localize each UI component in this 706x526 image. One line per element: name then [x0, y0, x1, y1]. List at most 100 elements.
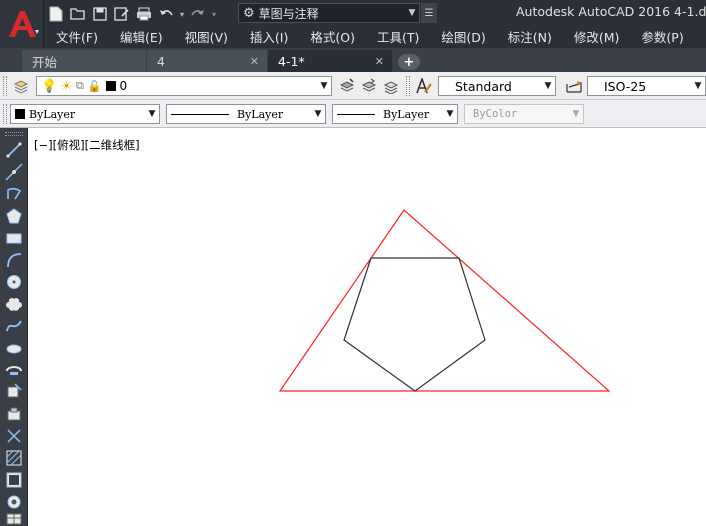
freeze-viewport-icon[interactable]: ⧉: [76, 79, 84, 93]
chevron-down-icon: ▼: [572, 109, 580, 119]
new-icon[interactable]: [46, 4, 66, 24]
linetype-select[interactable]: ByLayer ▼: [166, 104, 326, 124]
revision-cloud-icon[interactable]: [4, 294, 24, 314]
chevron-down-icon: ▼: [314, 109, 322, 119]
text-style-select[interactable]: Standard ▼: [438, 76, 556, 96]
chevron-down-icon: ▼: [320, 81, 328, 91]
lineweight-value: ByLayer: [383, 107, 430, 121]
dimension-style-icon[interactable]: [563, 76, 585, 96]
undo-icon[interactable]: [156, 4, 176, 24]
menu-item[interactable]: 修改(M): [574, 27, 620, 46]
rectangle-tool-icon[interactable]: [4, 228, 24, 248]
drawing-canvas[interactable]: [29, 128, 706, 526]
construction-line-icon[interactable]: [4, 162, 24, 182]
title-bar: ▾ ▾ ⚙ 草图与注释 ▼ ☰ Autodesk AutoCAD 2016 4-…: [0, 0, 706, 48]
linetype-value: ByLayer: [237, 107, 284, 121]
red-triangle[interactable]: [278, 209, 611, 392]
menu-item[interactable]: 工具(T): [377, 27, 419, 46]
toolbar-grip[interactable]: [5, 132, 23, 136]
plot-style-value: ByColor: [473, 108, 518, 120]
menu-item[interactable]: 插入(I): [250, 27, 288, 46]
menu-bar: 文件(F) 编辑(E) 视图(V) 插入(I) 格式(O) 工具(T) 绘图(D) 标注(N)…: [44, 25, 706, 47]
workspace-select[interactable]: ⚙ 草图与注释 ▼: [238, 3, 420, 23]
plot-icon[interactable]: [134, 4, 154, 24]
color-select[interactable]: ByLayer ▼: [10, 104, 160, 124]
customize-qat-button[interactable]: ☰: [421, 3, 437, 23]
layer-name: 0: [119, 79, 128, 93]
open-icon[interactable]: [68, 4, 88, 24]
application-menu-button[interactable]: [0, 0, 44, 48]
color-swatch: [15, 109, 25, 119]
redo-dropdown-icon[interactable]: ▾: [210, 4, 218, 24]
chevron-down-icon: ▼: [694, 81, 702, 91]
lock-icon[interactable]: 🔓: [88, 80, 102, 93]
layer-previous-icon[interactable]: [358, 76, 380, 96]
text-style-value: Standard: [455, 78, 512, 94]
tab-label: 开始: [32, 54, 58, 70]
chevron-down-icon: ▼: [544, 81, 552, 91]
ellipse-tool-icon[interactable]: [4, 338, 24, 358]
circle-tool-icon[interactable]: [4, 272, 24, 292]
line-tool-icon[interactable]: [4, 140, 24, 160]
menu-item[interactable]: 编辑(E): [120, 27, 163, 46]
toolbar-grip[interactable]: [3, 76, 7, 96]
tab-4[interactable]: 4 ✕: [147, 50, 267, 72]
tab-4-1[interactable]: 4-1* ✕: [268, 50, 392, 72]
light-bulb-icon[interactable]: 💡: [41, 79, 57, 94]
chevron-down-icon: ▼: [148, 109, 156, 119]
workspace-label: 草图与注释: [258, 6, 319, 21]
menu-item[interactable]: 参数(P): [641, 27, 683, 46]
lineweight-preview: [337, 113, 375, 115]
lineweight-select[interactable]: ByLayer ▼: [332, 104, 458, 124]
toolbar-grip[interactable]: [406, 76, 410, 96]
autocad-logo-icon: [8, 11, 39, 37]
menu-item[interactable]: 标注(N): [508, 27, 552, 46]
dimension-style-select[interactable]: ISO-25 ▼: [587, 76, 706, 96]
hatch-tool-icon[interactable]: [4, 448, 24, 468]
layers-toolbar: 💡 ☀ ⧉ 🔓 0 ▼ Standard ▼ ISO-25 ▼: [0, 72, 706, 100]
draw-toolbar: [0, 128, 28, 526]
layer-states-icon[interactable]: [380, 76, 402, 96]
region-tool-icon[interactable]: [4, 492, 24, 512]
save-as-icon[interactable]: [112, 4, 132, 24]
menu-item[interactable]: 文件(F): [56, 27, 98, 46]
ellipse-arc-icon[interactable]: [4, 360, 24, 380]
chevron-down-icon: ▼: [446, 109, 454, 119]
tab-start[interactable]: 开始: [22, 50, 146, 72]
new-tab-button[interactable]: +: [398, 54, 420, 70]
color-value: ByLayer: [29, 107, 76, 121]
make-block-icon[interactable]: [4, 404, 24, 424]
layer-color-swatch: [105, 81, 116, 91]
gradient-tool-icon[interactable]: [4, 470, 24, 490]
pentagon[interactable]: [343, 257, 486, 392]
dimension-style-value: ISO-25: [604, 78, 647, 94]
point-tool-icon[interactable]: [4, 426, 24, 446]
text-style-icon[interactable]: [413, 76, 435, 96]
file-tab-bar: 开始 4 ✕ 4-1* ✕ +: [0, 48, 706, 72]
layer-select[interactable]: 💡 ☀ ⧉ 🔓 0 ▼: [36, 76, 332, 96]
table-tool-icon[interactable]: [4, 512, 24, 526]
undo-dropdown-icon[interactable]: ▾: [178, 4, 186, 24]
sun-icon[interactable]: ☀: [61, 79, 72, 93]
redo-icon[interactable]: [188, 4, 208, 24]
menu-item[interactable]: 绘图(D): [441, 27, 485, 46]
close-icon[interactable]: ✕: [375, 55, 384, 68]
arc-tool-icon[interactable]: [4, 250, 24, 270]
quick-access-toolbar: ▾ ▾: [46, 3, 218, 25]
linetype-preview: [171, 113, 229, 115]
polygon-tool-icon[interactable]: [4, 206, 24, 226]
make-current-layer-icon[interactable]: [336, 76, 358, 96]
gear-icon: ⚙: [243, 5, 255, 21]
save-icon[interactable]: [90, 4, 110, 24]
menu-item[interactable]: 格式(O): [310, 27, 355, 46]
chevron-down-icon: ▼: [408, 8, 416, 18]
close-icon[interactable]: ✕: [250, 55, 259, 68]
window-title: Autodesk AutoCAD 2016 4-1.d: [516, 4, 706, 19]
insert-block-icon[interactable]: [4, 382, 24, 402]
menu-item[interactable]: 视图(V): [185, 27, 228, 46]
tab-label: 4-1*: [278, 53, 305, 69]
polyline-tool-icon[interactable]: [4, 184, 24, 204]
toolbar-grip[interactable]: [3, 104, 7, 124]
layer-properties-icon[interactable]: [10, 76, 32, 96]
spline-tool-icon[interactable]: [4, 316, 24, 336]
